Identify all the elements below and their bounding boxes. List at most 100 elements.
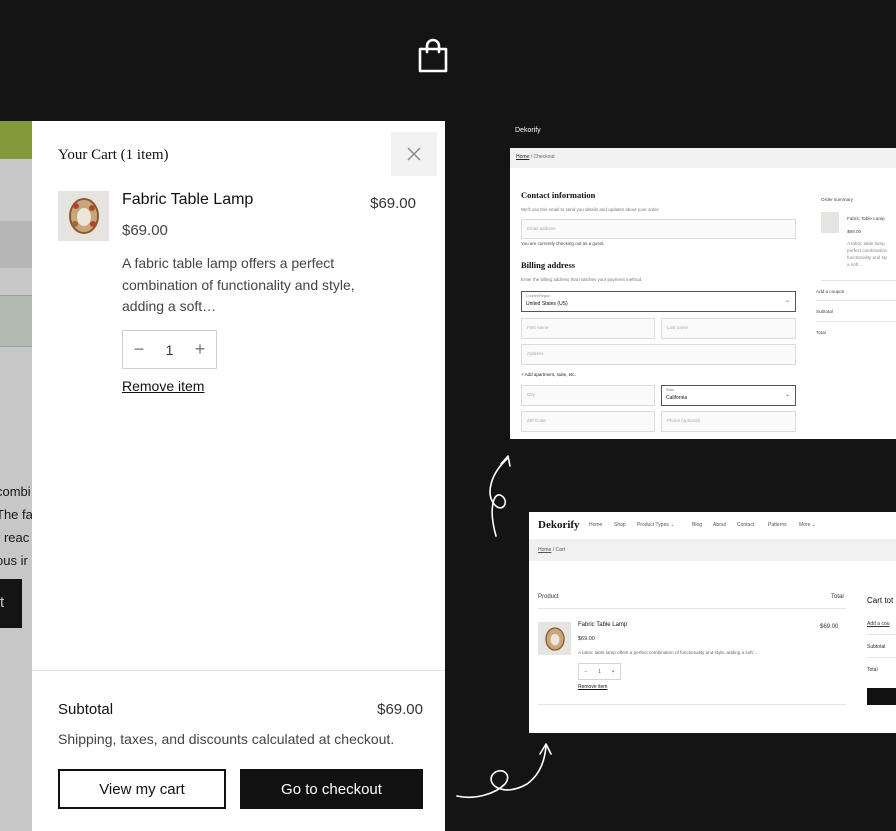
summary-desc-line: A fabric table lamp	[847, 241, 885, 246]
summary-thumbnail	[821, 212, 839, 233]
summary-total: Total	[816, 330, 826, 335]
product-price: $69.00	[122, 222, 168, 239]
shopping-bag-icon	[418, 38, 448, 73]
close-button[interactable]	[391, 132, 437, 176]
cart-item-total: $69.00	[820, 624, 839, 630]
checkout-button[interactable]: Go to checkout	[240, 769, 423, 809]
cart-quantity-stepper: − 1 +	[578, 663, 621, 680]
product-description: A fabric table lamp offers a perfect com…	[122, 255, 355, 314]
lamp-image	[68, 198, 99, 234]
line-total: $69.00	[370, 195, 416, 212]
close-icon	[407, 147, 421, 161]
divider	[867, 634, 896, 635]
nav-more[interactable]: More ⌄	[799, 522, 816, 528]
view-cart-button[interactable]: View my cart	[58, 769, 226, 809]
state-label: State	[666, 388, 675, 392]
increment-button[interactable]: +	[612, 669, 615, 675]
contact-title: Contact information	[521, 190, 596, 200]
column-product: Product	[538, 594, 559, 600]
add-apartment-link[interactable]: + Add apartment, suite, etc.	[521, 372, 576, 377]
lamp-image	[544, 626, 565, 651]
country-value: United States (US)	[526, 301, 568, 307]
state-select[interactable]: State California ⌄	[661, 385, 796, 406]
add-coupon-link[interactable]: Add a cou	[867, 621, 890, 627]
cart-page-preview: Dekorify Home Shop Product Types ⌄ Blog …	[529, 512, 896, 733]
checkout-header: Dekorify	[510, 121, 896, 148]
cart-item-thumbnail[interactable]	[538, 622, 571, 655]
zip-field[interactable]: ZIP Code	[521, 411, 655, 432]
nav-blog[interactable]: Blog	[692, 522, 702, 528]
cart-drawer: Your Cart (1 item) Fabric Table Lamp $69…	[32, 121, 445, 831]
subtotal-value: $69.00	[377, 701, 423, 718]
decrement-button[interactable]: −	[134, 339, 145, 360]
product-thumbnail[interactable]	[58, 191, 109, 241]
summary-item-price: $69.00	[847, 229, 862, 234]
divider	[867, 657, 896, 658]
cart-total: Total	[867, 667, 878, 673]
proceed-button[interactable]	[867, 688, 896, 705]
breadcrumb-home[interactable]: Home	[516, 154, 529, 160]
order-summary-title: Order summary	[821, 197, 853, 202]
phone-field[interactable]: Phone (optional)	[661, 411, 796, 432]
summary-subtotal: Subtotal	[816, 309, 833, 314]
checkout-preview: Dekorify Home / Checkout Contact informa…	[510, 121, 896, 439]
order-summary: Order summary Fabric Table Lamp $69.00 A…	[816, 168, 896, 439]
contact-note: We'll use this email to send you details…	[521, 207, 660, 212]
billing-note: Enter the billing address that matches y…	[521, 277, 643, 282]
nav-contact[interactable]: Contact	[737, 522, 754, 528]
quantity-value[interactable]: 1	[166, 342, 174, 358]
arrow-curve-icon	[456, 743, 552, 799]
decrement-button[interactable]: −	[584, 669, 587, 675]
cart-subtotal: Subtotal	[867, 644, 886, 650]
nav-home[interactable]: Home	[589, 522, 602, 528]
breadcrumb-home[interactable]: Home	[538, 547, 551, 553]
divider	[816, 321, 896, 322]
divider	[538, 704, 846, 705]
last-name-field[interactable]: Last name	[661, 318, 796, 339]
breadcrumb: Home / Cart	[529, 539, 896, 561]
state-value: California	[666, 395, 688, 401]
divider	[821, 280, 896, 281]
arrow-up-icon	[489, 455, 511, 537]
summary-desc-line: a soft…	[847, 262, 863, 267]
country-label: Country/Region	[526, 294, 551, 298]
divider	[32, 670, 445, 671]
breadcrumb-current: / Cart	[551, 547, 565, 553]
nav-product-types[interactable]: Product Types ⌄	[637, 522, 674, 528]
breadcrumb: Home / Checkout	[510, 148, 896, 168]
chevron-down-icon: ⌄	[784, 392, 790, 398]
summary-desc-line: perfect combination	[847, 248, 888, 253]
shipping-note: Shipping, taxes, and discounts calculate…	[58, 731, 395, 747]
remove-item-link[interactable]: Remove item	[578, 684, 607, 690]
email-field[interactable]: Email address	[521, 219, 796, 239]
cart-item-price: $69.00	[578, 636, 595, 642]
summary-desc-line: functionality and sty	[847, 255, 888, 260]
cart-page-brand[interactable]: Dekorify	[538, 519, 580, 531]
nav-about[interactable]: About	[713, 522, 726, 528]
cart-item-description: A fabric table lamp offers a perfect com…	[578, 650, 758, 655]
subtotal-label: Subtotal	[58, 701, 114, 718]
add-coupon-link[interactable]: Add a coupon	[816, 289, 844, 294]
cart-drawer-title: Your Cart (1 item)	[58, 147, 169, 163]
nav-patterns[interactable]: Patterns	[768, 522, 787, 528]
quantity-stepper: − 1 +	[122, 330, 217, 369]
product-name[interactable]: Fabric Table Lamp	[122, 191, 253, 209]
address-field[interactable]: Address	[521, 344, 796, 365]
guest-note: You are currently checking out as a gues…	[521, 241, 605, 246]
checkout-brand: Dekorify	[515, 127, 541, 134]
first-name-field[interactable]: First name	[521, 318, 655, 339]
quantity-value[interactable]: 1	[598, 669, 601, 675]
nav-shop[interactable]: Shop	[614, 522, 626, 528]
drawer-overlay[interactable]	[0, 121, 32, 831]
billing-title: Billing address	[521, 260, 575, 270]
chevron-down-icon: ⌄	[784, 298, 790, 304]
cart-totals-title: Cart tot	[867, 596, 894, 605]
city-field[interactable]: City	[521, 385, 655, 406]
cart-item-name[interactable]: Fabric Table Lamp	[578, 622, 627, 628]
column-total: Total	[831, 594, 844, 600]
country-select[interactable]: Country/Region United States (US) ⌄	[521, 291, 796, 312]
divider	[538, 608, 846, 609]
breadcrumb-current: / Checkout	[529, 154, 555, 160]
remove-item-link[interactable]: Remove item	[122, 378, 204, 394]
increment-button[interactable]: +	[195, 339, 206, 360]
